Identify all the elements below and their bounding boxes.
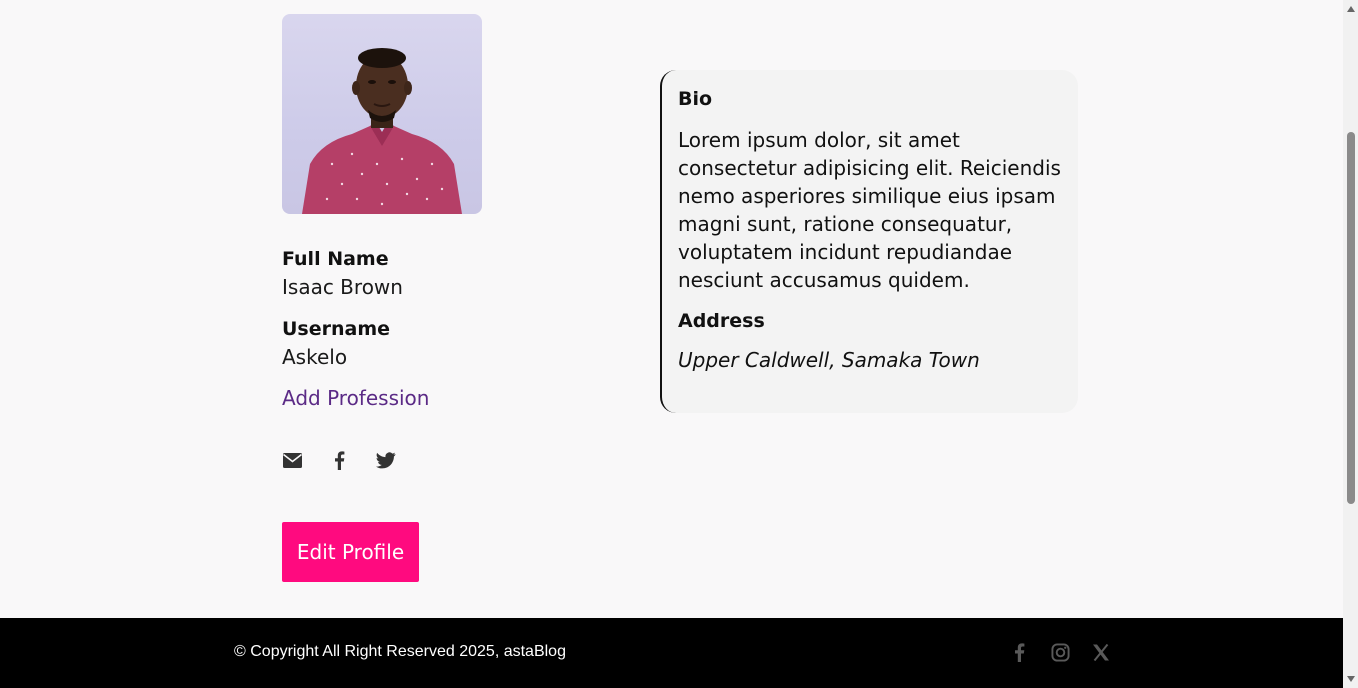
scroll-up-icon[interactable] — [1346, 4, 1356, 14]
full-name-value: Isaac Brown — [282, 275, 403, 299]
bio-text: Lorem ipsum dolor, sit amet consectetur … — [678, 128, 1061, 292]
username-label: Username — [282, 318, 391, 340]
x-icon[interactable] — [1090, 641, 1112, 663]
profile-social-links — [282, 450, 396, 470]
scroll-thumb[interactable] — [1347, 132, 1355, 504]
page-scrollbar[interactable] — [1343, 0, 1358, 688]
add-profession-link[interactable]: Add Profession — [282, 386, 429, 410]
bio-heading: Bio — [678, 88, 713, 110]
instagram-icon[interactable] — [1049, 641, 1071, 663]
profile-page: Full Name Isaac Brown Username Askelo Ad… — [0, 0, 1343, 618]
facebook-icon[interactable] — [329, 450, 349, 470]
avatar — [282, 14, 482, 214]
copyright-text: © Copyright All Right Reserved 2025, ast… — [234, 643, 566, 660]
footer: © Copyright All Right Reserved 2025, ast… — [0, 618, 1343, 688]
edit-profile-button[interactable]: Edit Profile — [282, 522, 419, 582]
address-text: Upper Caldwell, Samaka Town — [678, 348, 980, 372]
full-name-label: Full Name — [282, 248, 389, 270]
facebook-icon[interactable] — [1008, 641, 1030, 663]
envelope-icon[interactable] — [282, 450, 302, 470]
twitter-icon[interactable] — [376, 450, 396, 470]
footer-social-links — [1008, 641, 1112, 663]
bio-card: Bio Lorem ipsum dolor, sit amet consecte… — [660, 70, 1078, 413]
scroll-down-icon[interactable] — [1346, 674, 1356, 684]
address-heading: Address — [678, 310, 765, 332]
username-value: Askelo — [282, 345, 348, 369]
